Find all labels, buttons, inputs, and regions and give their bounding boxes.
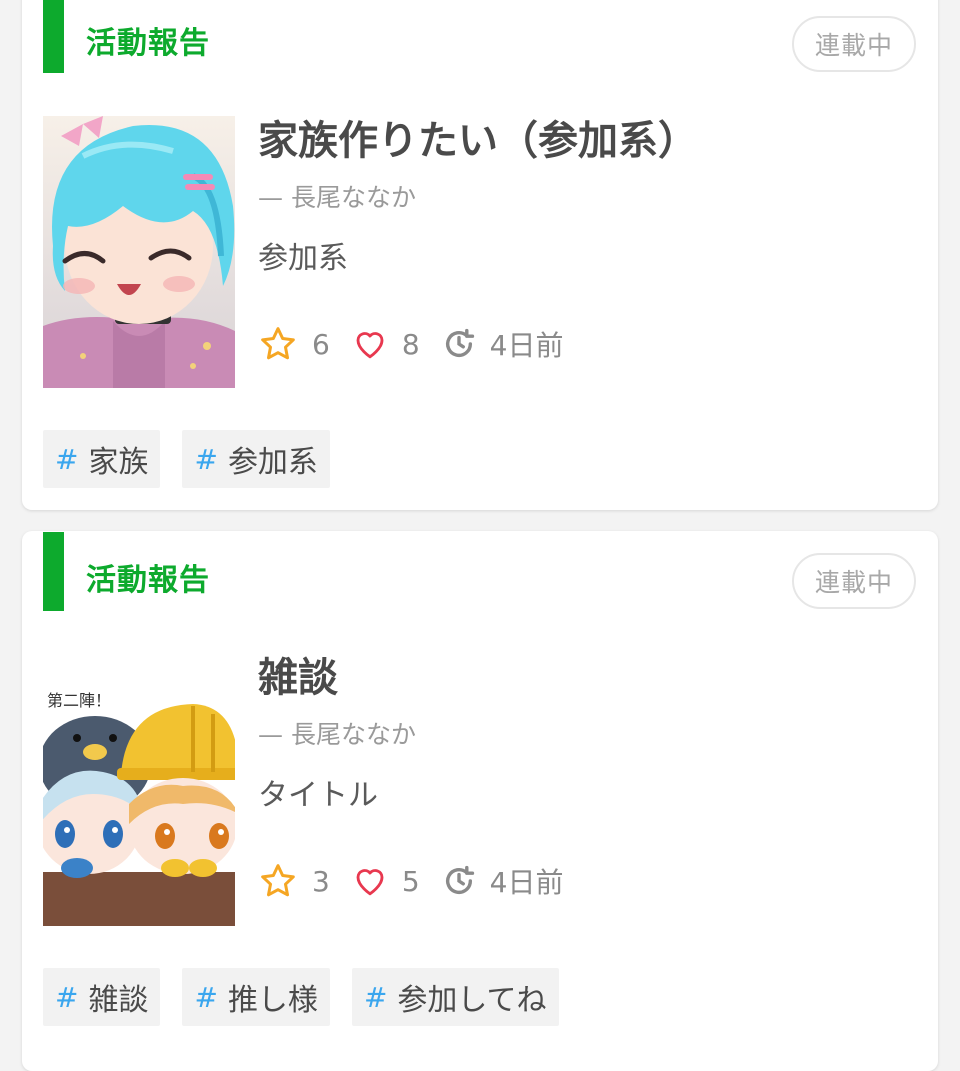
tag-chip[interactable]: # 参加してね [351, 968, 559, 1026]
post-title[interactable]: 家族作りたい（参加系） [258, 121, 698, 161]
post-author[interactable]: — 長尾ななか [258, 722, 416, 747]
hash-icon: # [194, 980, 218, 1014]
anime-duo-thumbnail: 第二陣！ [43, 654, 235, 926]
like-stat: 8 [352, 326, 420, 362]
history-icon [445, 328, 474, 357]
post-card[interactable]: 活動報告 連載中 [22, 0, 938, 510]
heart-icon [356, 332, 384, 359]
updated-time: 4日前 [489, 329, 564, 362]
category-label: 活動報告 [86, 26, 210, 61]
hash-icon: # [363, 980, 388, 1014]
category-bar [43, 0, 64, 73]
star-stat: 6 [258, 324, 330, 364]
status-badge: 連載中 [792, 553, 916, 609]
star-icon [261, 327, 295, 360]
tag-chip[interactable]: # 推し様 [182, 968, 330, 1026]
tag-label: 推し様 [227, 983, 318, 1018]
post-thumbnail[interactable]: 第二陣！ [43, 654, 235, 926]
updated-stat: 4日前 [442, 324, 564, 364]
tag-chip[interactable]: # 参加系 [182, 430, 330, 488]
tag-chip[interactable]: # 家族 [43, 430, 161, 488]
hash-icon: # [194, 442, 218, 476]
like-count: 5 [401, 864, 420, 898]
post-author[interactable]: — 長尾ななか [258, 185, 416, 210]
category-label: 活動報告 [86, 563, 210, 598]
tag-label: 雑談 [88, 983, 149, 1018]
tag-chip[interactable]: # 雑談 [43, 968, 161, 1026]
post-stats: 3 5 4日前 [258, 859, 563, 903]
post-description: タイトル [258, 778, 378, 813]
post-stats: 6 8 4日前 [258, 322, 563, 366]
star-count: 6 [312, 327, 330, 361]
hash-icon: # [55, 980, 79, 1014]
post-title[interactable]: 雑談 [258, 658, 338, 698]
tag-label: 家族 [88, 445, 149, 480]
tag-list: # 家族 # 参加系 [43, 430, 352, 488]
updated-stat: 4日前 [442, 861, 564, 901]
anime-girl-thumbnail [43, 116, 235, 388]
like-count: 8 [401, 327, 420, 361]
category-bar [43, 532, 64, 611]
tag-label: 参加してね [397, 983, 547, 1018]
star-stat: 3 [258, 861, 330, 901]
tag-label: 参加系 [227, 445, 318, 480]
heart-icon [356, 869, 384, 896]
hash-icon: # [55, 442, 79, 476]
post-card[interactable]: 活動報告 連載中 [22, 531, 938, 1071]
star-icon [261, 864, 295, 897]
thumbnail-caption: 第二陣！ [47, 691, 111, 710]
post-description: 参加系 [258, 241, 348, 276]
like-stat: 5 [352, 863, 420, 899]
status-badge: 連載中 [792, 16, 916, 72]
updated-time: 4日前 [489, 866, 564, 899]
history-icon [445, 865, 474, 894]
post-thumbnail[interactable] [43, 116, 235, 388]
tag-list: # 雑談 # 推し様 # 参加してね [43, 968, 581, 1026]
star-count: 3 [312, 864, 330, 898]
